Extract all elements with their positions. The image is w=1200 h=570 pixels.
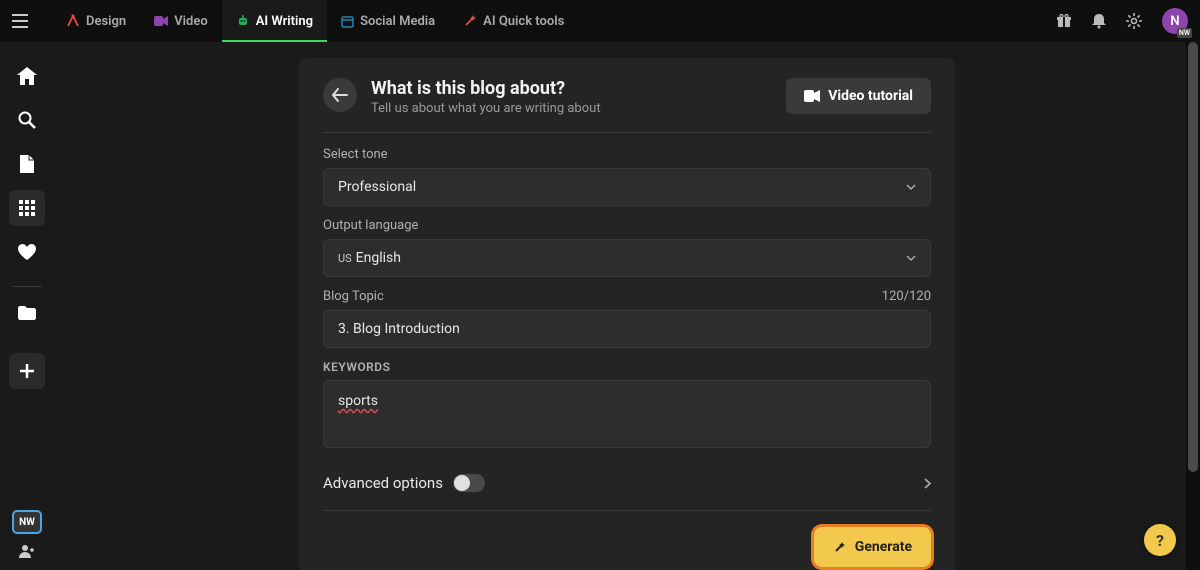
tab-video[interactable]: Video: [140, 0, 222, 42]
generate-row: Generate: [323, 527, 931, 567]
generate-label: Generate: [855, 539, 912, 555]
tone-select[interactable]: Professional: [323, 168, 931, 206]
scrollbar-thumb[interactable]: [1188, 42, 1198, 472]
topic-input[interactable]: 3. Blog Introduction: [323, 310, 931, 348]
tab-label: Social Media: [360, 14, 435, 29]
lang-label: Output language: [323, 218, 931, 233]
toggle-knob: [454, 475, 470, 491]
video-icon: [154, 15, 168, 27]
lang-text: English: [356, 250, 401, 266]
wand-icon: [833, 540, 847, 554]
sidebar-heart-icon[interactable]: [9, 234, 45, 270]
language-select[interactable]: US English: [323, 239, 931, 277]
topic-label: Blog Topic: [323, 289, 384, 304]
tab-label: AI Writing: [256, 14, 313, 29]
topbar: Design Video AI Writing Social Media AI …: [0, 0, 1200, 42]
sidebar-avatar-label: NW: [19, 517, 35, 528]
keywords-textarea[interactable]: sports: [323, 380, 931, 448]
avatar-badge: NW: [1177, 28, 1192, 38]
gift-icon[interactable]: [1056, 13, 1072, 29]
tab-label: AI Quick tools: [483, 14, 564, 29]
avatar[interactable]: N NW: [1162, 8, 1188, 34]
bell-icon[interactable]: [1092, 13, 1106, 29]
panel-header: What is this blog about? Tell us about w…: [323, 78, 931, 133]
help-label: ?: [1156, 531, 1164, 550]
video-icon: [804, 90, 820, 102]
sidebar: NW: [0, 42, 54, 570]
topic-char-count: 120/120: [882, 289, 931, 304]
sidebar-avatar-small[interactable]: NW: [12, 510, 42, 534]
panel-subtitle: Tell us about what you are writing about: [371, 101, 772, 116]
ai-writing-icon: [236, 14, 250, 28]
video-tutorial-label: Video tutorial: [828, 88, 913, 104]
tab-label: Design: [86, 14, 126, 29]
gear-icon[interactable]: [1126, 13, 1142, 29]
sidebar-divider: [12, 286, 42, 287]
chevron-down-icon: [906, 255, 916, 261]
video-tutorial-button[interactable]: Video tutorial: [786, 78, 931, 114]
topic-value: 3. Blog Introduction: [338, 321, 460, 337]
main: What is this blog about? Tell us about w…: [54, 42, 1200, 570]
sidebar-home-icon[interactable]: [9, 58, 45, 94]
lang-value: US English: [338, 250, 401, 266]
topbar-right: N NW: [1056, 8, 1188, 34]
avatar-initial: N: [1170, 14, 1179, 29]
tab-label: Video: [174, 14, 208, 29]
sidebar-grid-icon[interactable]: [9, 190, 45, 226]
tab-social-media[interactable]: Social Media: [327, 0, 449, 42]
hamburger-menu-icon[interactable]: [12, 14, 28, 28]
tab-ai-quick-tools[interactable]: AI Quick tools: [449, 0, 578, 42]
chevron-down-icon: [906, 184, 916, 190]
calendar-icon: [341, 15, 354, 28]
keywords-value: sports: [338, 393, 378, 409]
topic-label-row: Blog Topic 120/120: [323, 289, 931, 304]
keywords-label: KEYWORDS: [323, 360, 931, 374]
sidebar-folder-icon[interactable]: [9, 295, 45, 331]
tab-ai-writing[interactable]: AI Writing: [222, 0, 327, 42]
sidebar-user-add-icon[interactable]: [19, 544, 35, 558]
advanced-toggle[interactable]: [453, 474, 485, 492]
form-panel: What is this blog about? Tell us about w…: [299, 58, 955, 570]
design-icon: [66, 14, 80, 28]
sidebar-search-icon[interactable]: [9, 102, 45, 138]
help-fab[interactable]: ?: [1144, 524, 1176, 556]
generate-button[interactable]: Generate: [814, 527, 931, 567]
top-tabs: Design Video AI Writing Social Media AI …: [52, 0, 578, 42]
back-button[interactable]: [323, 78, 357, 112]
sidebar-file-icon[interactable]: [9, 146, 45, 182]
advanced-options-label: Advanced options: [323, 474, 443, 492]
chevron-right-icon[interactable]: [924, 478, 931, 489]
panel-title: What is this blog about?: [371, 78, 772, 99]
advanced-options-row: Advanced options: [323, 464, 931, 511]
sidebar-add-icon[interactable]: [9, 353, 45, 389]
tab-design[interactable]: Design: [52, 0, 140, 42]
panel-titles: What is this blog about? Tell us about w…: [371, 78, 772, 116]
wand-icon: [463, 14, 477, 28]
scrollbar-track[interactable]: [1186, 42, 1200, 570]
tone-label: Select tone: [323, 147, 931, 162]
flag-icon: US: [338, 252, 352, 265]
tone-value: Professional: [338, 179, 416, 195]
